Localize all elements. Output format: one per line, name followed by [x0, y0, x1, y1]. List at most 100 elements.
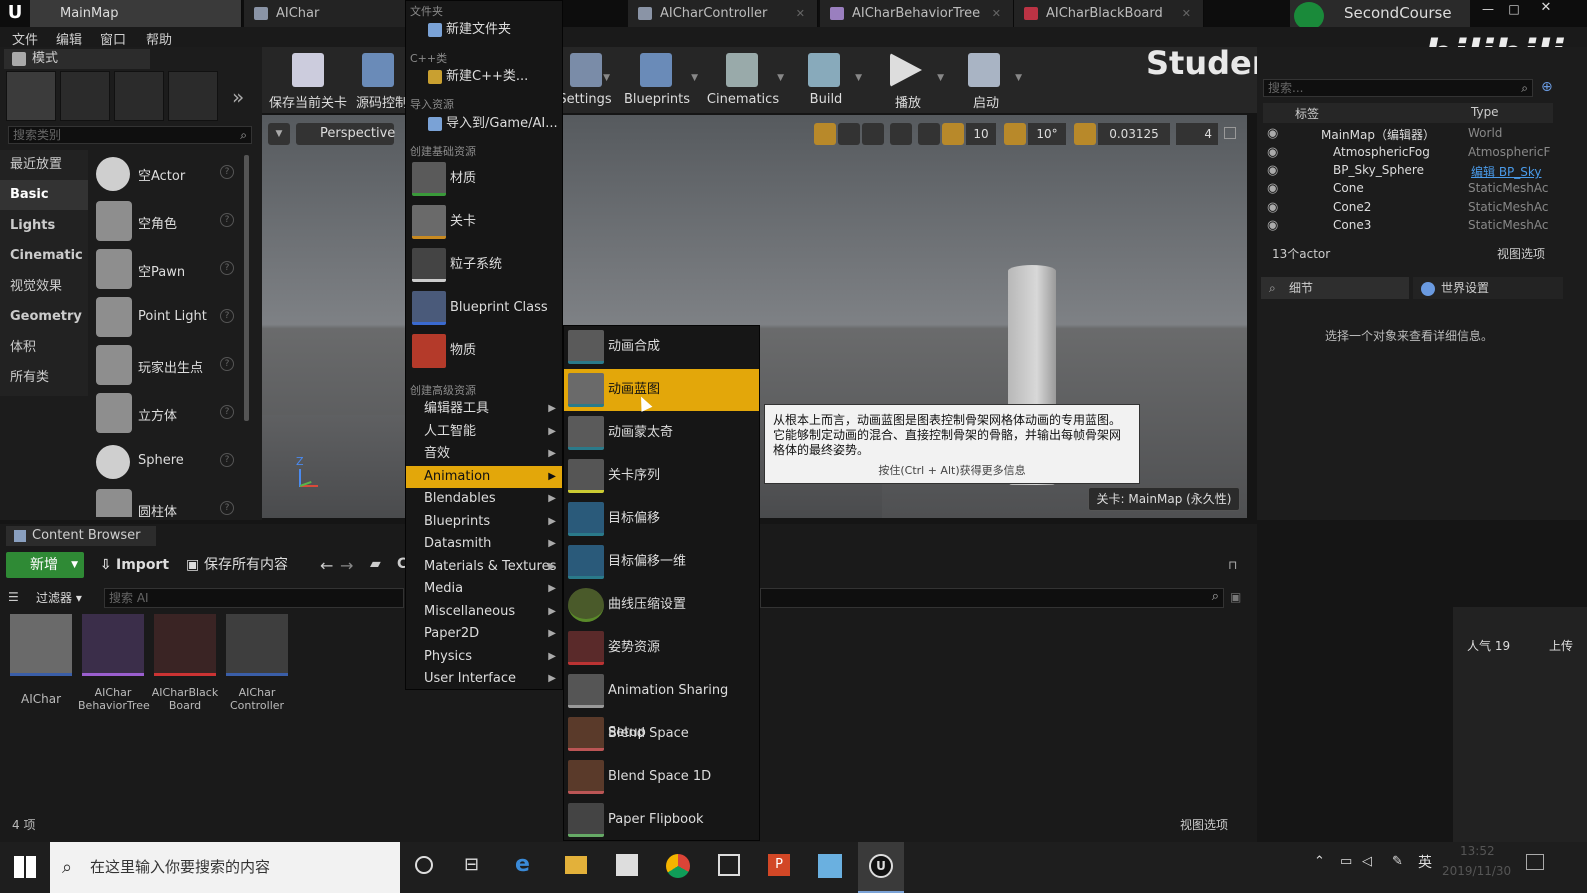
foliage-mode-icon[interactable]	[168, 71, 218, 121]
table-row[interactable]: ◉ Cone StaticMeshAc	[1263, 180, 1553, 198]
asset-tile[interactable]: AIChar Controller	[226, 614, 290, 724]
chart-app-icon[interactable]	[718, 854, 740, 876]
store-icon[interactable]	[616, 854, 638, 876]
maximize-viewport-icon[interactable]	[1224, 127, 1236, 139]
maximize-button[interactable]: □	[1504, 2, 1524, 16]
app-icon[interactable]	[818, 854, 842, 878]
submenu-materials-textures[interactable]: Materials & Textures ▶	[406, 556, 562, 578]
particle-system-item[interactable]: 粒子系统	[406, 245, 562, 285]
menu-window[interactable]: 窗口	[100, 29, 126, 48]
close-icon[interactable]: ✕	[992, 0, 1001, 27]
help-icon[interactable]: ?	[220, 261, 234, 275]
category-all-classes[interactable]: 所有类	[0, 363, 88, 393]
edit-bp-link[interactable]: 编辑 BP_Sky	[1471, 163, 1542, 180]
perspective-button[interactable]: Perspective	[296, 123, 395, 145]
tab-details[interactable]: ⌕ 细节	[1261, 277, 1409, 299]
table-row[interactable]: ◉ BP_Sky_Sphere 编辑 BP_Sky	[1263, 162, 1553, 180]
help-icon[interactable]: ?	[220, 213, 234, 227]
place-item-empty-actor[interactable]: 空Actor?	[92, 151, 240, 197]
place-item-player-start[interactable]: 玩家出生点?	[92, 343, 240, 389]
windows-start-icon[interactable]	[14, 856, 36, 878]
notification-icon[interactable]	[1526, 854, 1544, 870]
play-button[interactable]: 播放 ▼	[870, 47, 946, 113]
help-icon[interactable]: ?	[220, 165, 234, 179]
table-row[interactable]: ◉ Cone2 StaticMeshAc	[1263, 199, 1553, 217]
place-item-sphere[interactable]: Sphere?	[92, 439, 240, 485]
category-geometry[interactable]: Geometry	[0, 302, 88, 332]
import-button[interactable]: ⇩ Import	[96, 554, 170, 576]
curve-compression-item[interactable]: 曲线压缩设置	[564, 584, 759, 626]
menu-file[interactable]: 文件	[12, 29, 38, 48]
sources-toggle-icon[interactable]: ☰	[8, 590, 19, 604]
pose-asset-item[interactable]: 姿势资源	[564, 627, 759, 669]
help-icon[interactable]: ?	[220, 309, 234, 323]
submenu-media[interactable]: Media ▶	[406, 578, 562, 600]
column-label[interactable]: 标签	[1295, 105, 1319, 122]
clock-time[interactable]: 13:52	[1460, 844, 1495, 858]
tab-mainmap[interactable]: MainMap	[30, 0, 242, 27]
help-icon[interactable]: ?	[220, 357, 234, 371]
submenu-paper2d[interactable]: Paper2D ▶	[406, 623, 562, 645]
tray-chevron-icon[interactable]: ⌃	[1314, 854, 1325, 869]
path-folder-icon[interactable]: ▰	[370, 556, 381, 572]
submenu-editor-utilities[interactable]: 编辑器工具 ▶	[406, 398, 562, 420]
settings-button[interactable]: Settings ▼	[558, 47, 612, 113]
camera-speed-button[interactable]: 4	[1176, 123, 1218, 145]
forward-arrow-icon[interactable]: →	[340, 556, 353, 575]
save-search-icon[interactable]: ▣	[1230, 590, 1241, 604]
close-icon[interactable]: ✕	[796, 0, 805, 27]
eye-icon[interactable]: ◉	[1267, 126, 1278, 141]
blend-space-item[interactable]: Blend Space	[564, 713, 759, 755]
submenu-blendables[interactable]: Blendables ▶	[406, 488, 562, 510]
anim-montage-item[interactable]: 动画蒙太奇	[564, 412, 759, 454]
pen-icon[interactable]: ✎	[1392, 854, 1403, 869]
taskbar-search-input[interactable]: ⌕ 在这里输入你要搜索的内容	[50, 842, 400, 893]
asset-tile[interactable]: AIChar BehaviorTree	[78, 614, 150, 724]
place-item-point-light[interactable]: Point Light?	[92, 295, 240, 341]
level-sequence-item[interactable]: 关卡序列	[564, 455, 759, 497]
translate-icon[interactable]	[814, 123, 836, 145]
submenu-physics[interactable]: Physics ▶	[406, 646, 562, 668]
aim-offset-item[interactable]: 目标偏移	[564, 498, 759, 540]
cortana-icon[interactable]	[415, 856, 433, 874]
animation-sharing-item[interactable]: Animation Sharing Setup	[564, 670, 759, 740]
help-icon[interactable]: ?	[220, 453, 234, 467]
ime-indicator[interactable]: 英	[1418, 852, 1432, 872]
category-cinematic[interactable]: Cinematic	[0, 241, 88, 271]
paper-flipbook-item[interactable]: Paper Flipbook	[564, 799, 759, 841]
category-volumes[interactable]: 体积	[0, 333, 88, 363]
chrome-icon[interactable]	[666, 854, 690, 878]
tab-aicharblackboard[interactable]: AICharBlackBoard ✕	[1014, 0, 1204, 27]
content-view-options[interactable]: 视图选项	[1180, 816, 1228, 833]
outliner-view-options[interactable]: 视图选项	[1497, 245, 1545, 262]
tab-aichar[interactable]: AIChar	[244, 0, 406, 27]
asset-tile[interactable]: AIChar	[10, 614, 74, 724]
back-arrow-icon[interactable]: ←	[320, 556, 333, 575]
menu-help[interactable]: 帮助	[146, 29, 172, 48]
submenu-ai[interactable]: 人工智能 ▶	[406, 421, 562, 443]
scale-icon[interactable]	[862, 123, 884, 145]
eye-icon[interactable]: ◉	[1267, 163, 1278, 178]
menu-edit[interactable]: 编辑	[56, 29, 82, 48]
help-icon[interactable]: ?	[220, 501, 234, 515]
substance-item[interactable]: 物质	[406, 331, 562, 371]
table-row[interactable]: ◉ MainMap（编辑器） World	[1263, 125, 1553, 143]
edge-icon[interactable]: e	[515, 852, 530, 877]
task-view-icon[interactable]: ⊟	[464, 854, 479, 875]
anim-composite-item[interactable]: 动画合成	[564, 326, 759, 368]
blend-space-1d-item[interactable]: Blend Space 1D	[564, 756, 759, 798]
rotation-snap-value[interactable]: 10°	[1028, 123, 1066, 145]
source-control-button[interactable]: 源码控制	[348, 47, 408, 113]
place-item-empty-character[interactable]: 空角色?	[92, 199, 240, 245]
new-cpp-class-item[interactable]: 新建C++类...	[406, 66, 562, 88]
modes-tab[interactable]: 模式	[4, 49, 150, 69]
asset-tile[interactable]: AICharBlack Board	[152, 614, 218, 724]
file-explorer-icon[interactable]	[565, 856, 587, 874]
outliner-search-input[interactable]: 搜索... ⌕	[1263, 79, 1533, 97]
scale-snap-icon[interactable]	[1074, 123, 1096, 145]
unreal-taskbar-button[interactable]: U	[858, 842, 904, 893]
add-new-button[interactable]: 新增 ▼	[6, 552, 84, 578]
material-item[interactable]: 材质	[406, 159, 562, 199]
save-level-button[interactable]: 保存当前关卡	[268, 47, 348, 113]
blueprint-class-item[interactable]: Blueprint Class	[406, 288, 562, 328]
